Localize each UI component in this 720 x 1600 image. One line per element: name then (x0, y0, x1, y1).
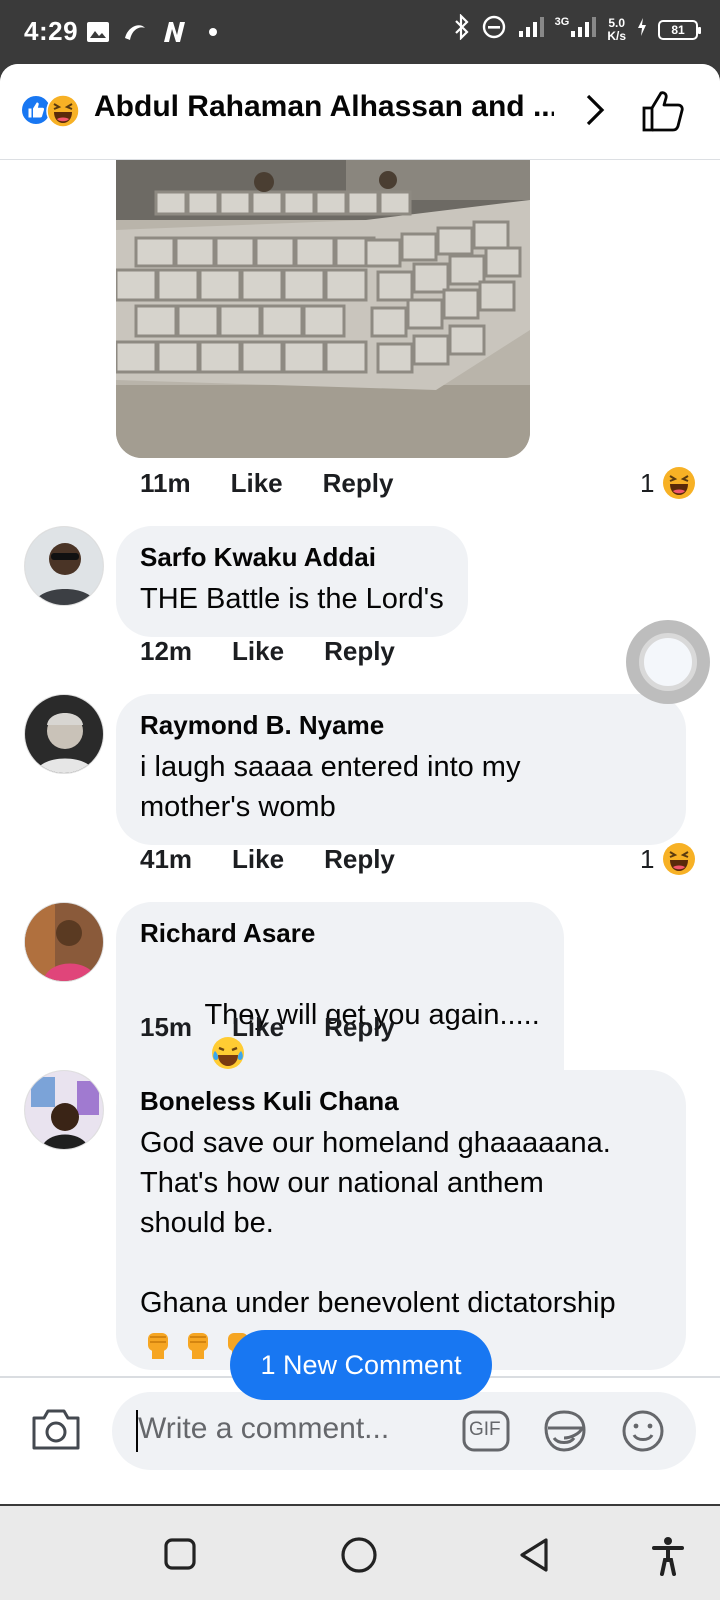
raised-fist-icon (148, 1333, 168, 1359)
comments-list[interactable]: 11m Like Reply 1 Sarfo Kwaku Addai THE B… (0, 160, 720, 1376)
new-comment-button[interactable]: 1 New Comment (230, 1330, 492, 1400)
comment-bubble[interactable]: Raymond B. Nyame i laugh saaaa entered i… (116, 694, 686, 845)
signal-icon (517, 15, 545, 44)
haha-icon (663, 843, 696, 875)
like-link[interactable]: Like (232, 844, 284, 875)
accessibility-button[interactable] (650, 1536, 686, 1576)
chevron-right-icon[interactable] (575, 90, 615, 130)
reaction-count[interactable]: 1 (640, 842, 696, 876)
comment-time: 12m (140, 636, 193, 666)
battery-indicator: 81 (658, 19, 701, 40)
reaction-count-value: 1 (640, 843, 655, 874)
header-title[interactable]: Abdul Rahaman Alhassan and ... (94, 90, 554, 124)
bluetooth-icon (453, 13, 471, 45)
comment-time: 15m (140, 1012, 193, 1042)
haha-icon (46, 94, 80, 128)
floating-assistive-button[interactable] (626, 620, 710, 704)
comment-text: God save our homeland ghaaaaana. That's … (140, 1127, 616, 1319)
sticker-icon (544, 1410, 586, 1452)
camera-icon (32, 1409, 80, 1450)
reply-link[interactable]: Reply (324, 1012, 395, 1043)
comment-time: 11m (140, 468, 191, 498)
status-time: 4:29 (24, 16, 79, 46)
comment-author[interactable]: Sarfo Kwaku Addai (140, 542, 444, 573)
comment-actions: 15m Like Reply (140, 1012, 395, 1043)
status-right: 3G 5.0 K/s 81 (453, 13, 701, 45)
swirl-icon (122, 18, 148, 46)
haha-icon (663, 467, 696, 499)
comment-bubble[interactable]: Boneless Kuli Chana God save our homelan… (116, 1070, 686, 1370)
comment-placeholder: Write a comment... (138, 1412, 390, 1445)
like-post-button[interactable] (640, 88, 686, 134)
netflix-icon (160, 18, 190, 46)
comments-header: Abdul Rahaman Alhassan and ... (0, 64, 720, 160)
reaction-count-value: 1 (640, 467, 655, 498)
avatar[interactable] (24, 694, 104, 774)
back-triangle-icon (520, 1538, 548, 1572)
reaction-count[interactable]: 1 (640, 466, 696, 500)
camera-button[interactable] (30, 1406, 82, 1452)
reply-link[interactable]: Reply (324, 636, 395, 667)
back-button[interactable] (516, 1536, 552, 1572)
reaction-summary[interactable] (20, 92, 90, 128)
like-link[interactable]: Like (231, 468, 283, 499)
avatar[interactable] (24, 902, 104, 982)
gallery-icon (86, 18, 110, 46)
speed-unit: K/s (607, 28, 626, 43)
raised-fist-icon (188, 1333, 208, 1359)
square-icon (164, 1538, 196, 1570)
comment-text: i laugh saaaa entered into my mother's w… (140, 751, 521, 823)
battery-level: 81 (671, 22, 685, 37)
comment-time: 41m (140, 844, 193, 874)
floating-button-inner (639, 633, 697, 691)
comment-actions: 11m Like Reply (140, 468, 393, 499)
comment-author[interactable]: Boneless Kuli Chana (140, 1086, 662, 1117)
comment-photo[interactable] (116, 160, 530, 458)
reply-link[interactable]: Reply (323, 468, 394, 499)
thumbs-up-icon (642, 91, 684, 132)
network-speed: 5.0 K/s (607, 15, 626, 43)
network-type: 3G (554, 15, 570, 28)
gif-label: GIF (469, 1419, 501, 1440)
status-bar: 4:29 3G 5.0 K/s 81 (0, 0, 720, 64)
comment-actions: 41m Like Reply (140, 844, 395, 875)
like-link[interactable]: Like (232, 636, 284, 667)
comment-actions: 12m Like Reply (140, 636, 395, 667)
comment-author[interactable]: Richard Asare (140, 918, 540, 949)
like-link[interactable]: Like (232, 1012, 284, 1043)
do-not-disturb-icon (481, 14, 507, 45)
system-nav-bar (0, 1506, 720, 1600)
comment-bubble[interactable]: Sarfo Kwaku Addai THE Battle is the Lord… (116, 526, 468, 637)
reply-link[interactable]: Reply (324, 844, 395, 875)
speed-value: 5.0 (608, 15, 625, 30)
comment-text: THE Battle is the Lord's (140, 583, 444, 615)
avatar[interactable] (24, 1070, 104, 1150)
sticker-button[interactable] (540, 1408, 586, 1454)
recent-apps-button[interactable] (162, 1536, 198, 1572)
comment-input[interactable]: Write a comment... GIF (112, 1392, 696, 1470)
smiley-icon (622, 1410, 664, 1452)
home-button[interactable] (340, 1536, 377, 1573)
signal-icon-2 (569, 15, 597, 44)
gif-button[interactable]: GIF (462, 1408, 510, 1454)
accessibility-icon (652, 1537, 684, 1576)
avatar[interactable] (24, 526, 104, 606)
comments-panel: Abdul Rahaman Alhassan and ... 11m Like … (0, 64, 720, 1504)
charging-icon (636, 17, 648, 42)
emoji-button[interactable] (620, 1408, 666, 1454)
dot-icon (208, 18, 218, 46)
circle-icon (341, 1537, 377, 1573)
comment-author[interactable]: Raymond B. Nyame (140, 710, 662, 741)
